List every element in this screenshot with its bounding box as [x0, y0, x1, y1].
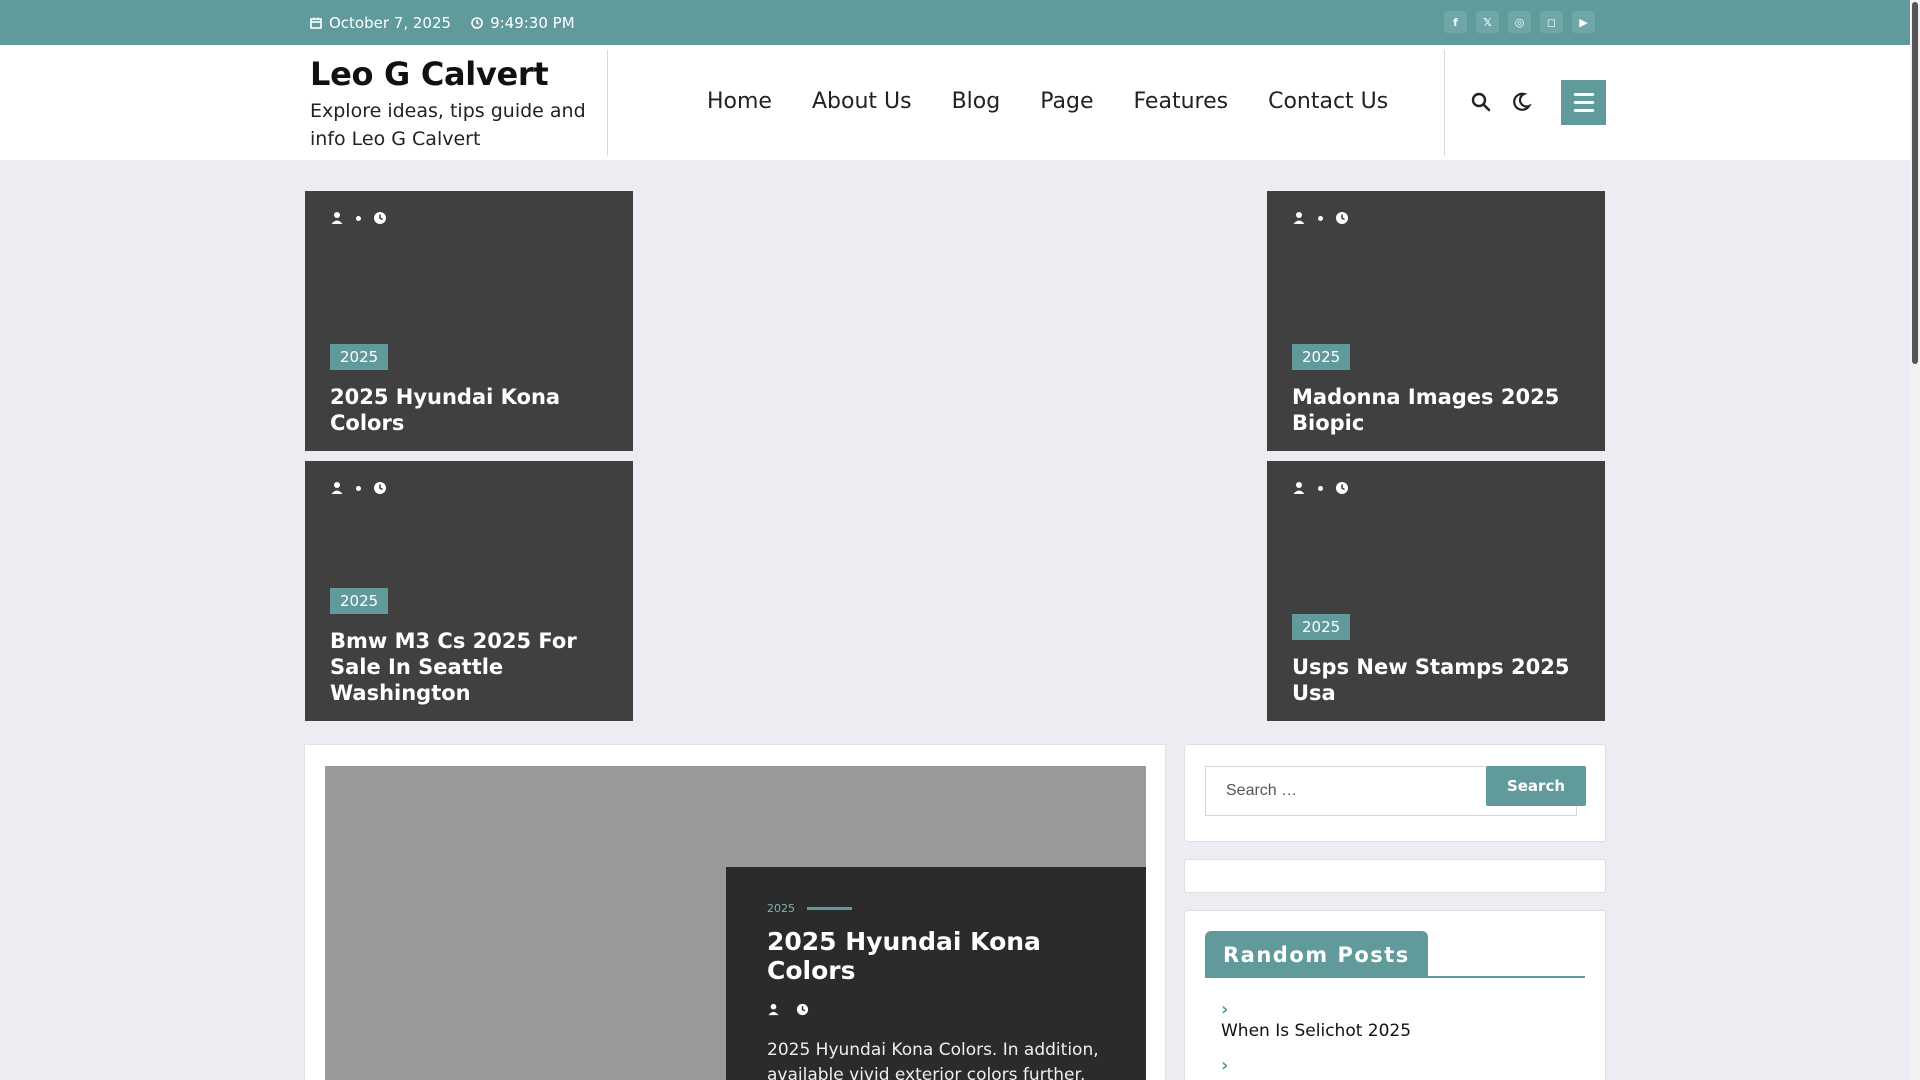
card-bottom: 2025 Madonna Images 2025 Biopic	[1292, 344, 1585, 436]
header-actions	[1470, 91, 1532, 113]
nav-contact-us[interactable]: Contact Us	[1268, 89, 1388, 114]
featured-card[interactable]: 2025 Bmw M3 Cs 2025 For Sale In Seattle …	[305, 461, 633, 721]
menu-bar	[1573, 93, 1594, 96]
youtube-icon[interactable]: ▶	[1572, 11, 1595, 33]
card-bottom: 2025 2025 Hyundai Kona Colors	[330, 344, 613, 436]
card-meta	[1292, 211, 1349, 225]
featured-card[interactable]: 2025 Usps New Stamps 2025 Usa	[1267, 461, 1605, 721]
nav-blog[interactable]: Blog	[952, 89, 1001, 114]
top-bar: October 7, 2025 9:49:30 PM f 𝕏 ◎ ◻ ▶	[0, 0, 1910, 45]
user-icon[interactable]	[330, 211, 344, 225]
card-title[interactable]: Bmw M3 Cs 2025 For Sale In Seattle Washi…	[330, 628, 613, 706]
top-meta: October 7, 2025 9:49:30 PM	[310, 14, 575, 32]
meta-separator	[1318, 485, 1323, 491]
top-date: October 7, 2025	[329, 14, 452, 32]
header-divider	[607, 50, 608, 156]
main-nav: Home About Us Blog Page Features Contact…	[707, 89, 1388, 114]
featured-card[interactable]: 2025 2025 Hyundai Kona Colors	[305, 191, 633, 451]
search-icon[interactable]	[1470, 91, 1492, 113]
user-icon[interactable]	[1292, 211, 1306, 225]
scrollbar-thumb[interactable]	[1912, 2, 1918, 364]
category-badge[interactable]: 2025	[1292, 344, 1351, 370]
x-icon[interactable]: 𝕏	[1476, 11, 1499, 33]
post-category[interactable]: 2025	[767, 902, 795, 915]
nav-home[interactable]: Home	[707, 89, 772, 114]
random-post-link[interactable]: When Is Selichot 2025	[1221, 1021, 1411, 1041]
empty-widget	[1184, 859, 1606, 893]
category-badge[interactable]: 2025	[330, 588, 389, 614]
chevron-right-icon: ›	[1221, 1055, 1229, 1076]
card-meta	[330, 481, 387, 495]
post-overlay: 2025 2025 Hyundai Kona Colors 2025 Hyund…	[726, 867, 1146, 1080]
card-title[interactable]: Usps New Stamps 2025 Usa	[1292, 654, 1585, 706]
nav-page[interactable]: Page	[1040, 89, 1093, 114]
site-tagline: Explore ideas, tips guide and info Leo G…	[310, 100, 586, 150]
post-category-row: 2025	[767, 902, 1105, 915]
clock-icon	[374, 482, 386, 494]
brand: Leo G Calvert Explore ideas, tips guide …	[310, 55, 600, 153]
clock-icon	[471, 17, 483, 29]
dribbble-icon[interactable]: ◎	[1508, 11, 1531, 33]
post-meta	[767, 1003, 1105, 1016]
user-icon[interactable]	[767, 1003, 780, 1016]
card-bottom: 2025 Usps New Stamps 2025 Usa	[1292, 614, 1585, 706]
clock-icon	[1336, 212, 1348, 224]
meta-separator	[1318, 215, 1323, 221]
card-title[interactable]: 2025 Hyundai Kona Colors	[330, 384, 613, 436]
featured-card[interactable]: 2025 Madonna Images 2025 Biopic	[1267, 191, 1605, 451]
random-posts-widget: Random Posts › When Is Selichot 2025 ›	[1184, 910, 1606, 1080]
site-title[interactable]: Leo G Calvert	[310, 55, 600, 93]
date-item: October 7, 2025	[310, 14, 451, 32]
clock-icon	[374, 212, 386, 224]
main-post-box: 2025 2025 Hyundai Kona Colors 2025 Hyund…	[304, 744, 1166, 1080]
site-header: Leo G Calvert Explore ideas, tips guide …	[0, 45, 1910, 160]
clock-icon	[1336, 482, 1348, 494]
category-badge[interactable]: 2025	[330, 344, 389, 370]
post-excerpt: 2025 Hyundai Kona Colors. In addition, a…	[767, 1040, 1099, 1080]
chevron-right-icon: ›	[1221, 999, 1229, 1020]
time-item: 9:49:30 PM	[471, 14, 575, 32]
category-underline	[807, 907, 852, 910]
search-button[interactable]: Search	[1486, 766, 1586, 806]
menu-bar	[1573, 109, 1594, 112]
user-icon[interactable]	[330, 481, 344, 495]
card-bottom: 2025 Bmw M3 Cs 2025 For Sale In Seattle …	[330, 588, 613, 706]
user-icon[interactable]	[1292, 481, 1306, 495]
list-item[interactable]: › When Is Selichot 2025	[1221, 999, 1411, 1041]
nav-about-us[interactable]: About Us	[812, 89, 912, 114]
instagram-icon[interactable]: ◻	[1540, 11, 1563, 33]
social-links: f 𝕏 ◎ ◻ ▶	[1444, 11, 1595, 33]
dark-mode-icon[interactable]	[1510, 91, 1532, 113]
list-item[interactable]: ›	[1221, 1055, 1411, 1077]
random-posts-header: Random Posts	[1205, 931, 1585, 978]
random-posts-title: Random Posts	[1205, 931, 1428, 978]
card-meta	[330, 211, 387, 225]
calendar-icon	[310, 17, 322, 29]
search-widget: Search … Search	[1184, 744, 1606, 842]
card-meta	[1292, 481, 1349, 495]
top-time: 9:49:30 PM	[490, 14, 575, 32]
menu-bar	[1573, 101, 1594, 104]
meta-separator	[356, 215, 361, 221]
hamburger-menu-button[interactable]	[1561, 80, 1606, 125]
nav-features[interactable]: Features	[1133, 89, 1228, 114]
card-title[interactable]: Madonna Images 2025 Biopic	[1292, 384, 1585, 436]
clock-icon	[796, 1003, 809, 1016]
random-posts-list: › When Is Selichot 2025 ›	[1221, 999, 1411, 1080]
meta-separator	[356, 485, 361, 491]
header-divider-right	[1444, 50, 1445, 156]
facebook-icon[interactable]: f	[1444, 11, 1467, 33]
post-title[interactable]: 2025 Hyundai Kona Colors	[767, 927, 1105, 985]
category-badge[interactable]: 2025	[1292, 614, 1351, 640]
